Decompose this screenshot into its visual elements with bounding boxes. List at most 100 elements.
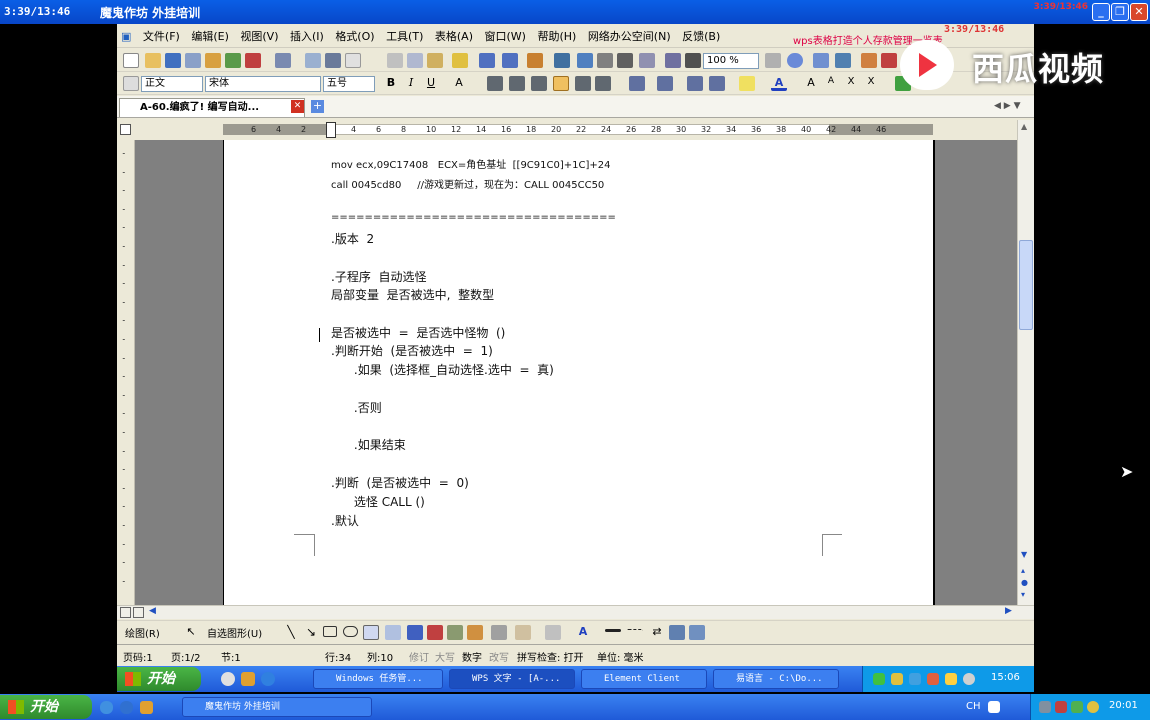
- menu-table[interactable]: 表格(A): [431, 26, 477, 48]
- tab-nav-arrows-icon[interactable]: ◀ ▶ ▼: [994, 101, 1021, 111]
- task-yiyuyan[interactable]: 易语言 - C:\Do...: [713, 669, 839, 689]
- new-tab-icon[interactable]: +: [311, 100, 324, 113]
- redo-icon[interactable]: [502, 53, 518, 68]
- line-icon[interactable]: ╲: [283, 625, 299, 640]
- numbering-icon[interactable]: [629, 76, 645, 91]
- format-painter-icon[interactable]: [452, 53, 468, 68]
- vertical-scrollbar[interactable]: ▲ ▼ ▴ ● ▾: [1017, 120, 1034, 605]
- spellcheck-icon[interactable]: [325, 53, 341, 68]
- line-color-icon[interactable]: [545, 625, 561, 640]
- draw-menu[interactable]: 绘图(R): [125, 625, 160, 640]
- menu-format[interactable]: 格式(O): [331, 26, 378, 48]
- minimize-button[interactable]: _: [1092, 3, 1110, 21]
- diagram-icon[interactable]: [427, 625, 443, 640]
- horizontal-ruler[interactable]: 6422468101214161820222426283032343638404…: [117, 120, 1022, 140]
- tray-app-icon[interactable]: [891, 673, 903, 685]
- picture2-icon[interactable]: [491, 625, 507, 640]
- status-rec[interactable]: 修订: [409, 649, 429, 664]
- preview-icon[interactable]: [305, 53, 321, 68]
- menu-network[interactable]: 网络办公空间(N): [584, 26, 675, 48]
- subscript-icon[interactable]: X: [863, 76, 879, 91]
- document-line[interactable]: ==================================: [331, 212, 616, 223]
- fill-color-icon[interactable]: [515, 625, 531, 640]
- autoshape-menu[interactable]: 自选图形(U): [207, 625, 262, 640]
- menu-view[interactable]: 视图(V): [236, 26, 282, 48]
- open-icon[interactable]: [145, 53, 161, 68]
- decrease-indent-icon[interactable]: [687, 76, 703, 91]
- outer-start-button[interactable]: 开始: [0, 695, 92, 719]
- outer-tray-im-icon[interactable]: [1087, 701, 1099, 713]
- quicklaunch-qq-icon[interactable]: [241, 672, 255, 686]
- paste-icon[interactable]: [427, 53, 443, 68]
- restore-button[interactable]: ❐: [1111, 3, 1129, 21]
- outer-lang[interactable]: CH: [966, 701, 981, 712]
- superscript-icon[interactable]: X: [843, 76, 859, 91]
- zoom-select[interactable]: 100 %: [703, 53, 759, 69]
- undo-icon[interactable]: [479, 53, 495, 68]
- task-wps[interactable]: WPS 文字 - [A-...: [449, 669, 575, 689]
- status-unit[interactable]: 单位: 毫米: [597, 649, 644, 664]
- distribute-icon[interactable]: [575, 76, 591, 91]
- chart-icon[interactable]: [577, 53, 593, 68]
- columns-icon[interactable]: [597, 53, 613, 68]
- export-icon[interactable]: [225, 53, 241, 68]
- outer-quicklaunch-browser-icon[interactable]: [120, 701, 133, 714]
- mail-icon[interactable]: [205, 53, 221, 68]
- document-line[interactable]: 是否被选中 = 是否选中怪物 (): [331, 324, 505, 341]
- tray-clock-icon[interactable]: [963, 673, 975, 685]
- task-element-client[interactable]: Element Client: [581, 669, 707, 689]
- status-spell[interactable]: 拼写检查: 打开: [517, 649, 584, 664]
- underline-icon[interactable]: U: [423, 76, 439, 91]
- justify-icon[interactable]: [553, 76, 569, 91]
- help-icon[interactable]: [787, 53, 803, 68]
- document-line[interactable]: call 0045cd80 //游戏更新过，现在为：CALL 0045CC50: [331, 176, 604, 191]
- italic-icon[interactable]: I: [403, 76, 419, 91]
- textbox-icon[interactable]: [363, 625, 379, 640]
- quicklaunch-ie-icon[interactable]: [221, 672, 235, 686]
- formula-icon[interactable]: [554, 53, 570, 68]
- picture-icon[interactable]: [467, 625, 483, 640]
- menu-help[interactable]: 帮助(H): [533, 26, 580, 48]
- outer-quicklaunch-ie-icon[interactable]: [100, 701, 113, 714]
- tray-network-icon[interactable]: [873, 673, 885, 685]
- new-icon[interactable]: [123, 53, 139, 68]
- dash-style-icon[interactable]: [627, 629, 643, 632]
- document-line[interactable]: .如果结束: [331, 436, 406, 453]
- task-windows-task-manager[interactable]: Windows 任务管...: [313, 669, 443, 689]
- char-border-icon[interactable]: A: [451, 76, 467, 91]
- document-line[interactable]: mov ecx,09C17408 ECX=角色基址 [[9C91C0]+1C]+…: [331, 156, 611, 171]
- indent-marker[interactable]: [326, 122, 336, 138]
- show-marks-icon[interactable]: [685, 53, 701, 68]
- arrow-icon[interactable]: ↘: [303, 625, 319, 640]
- layout-icon[interactable]: [835, 53, 851, 68]
- menu-insert[interactable]: 插入(I): [286, 26, 328, 48]
- menu-edit[interactable]: 编辑(E): [187, 26, 233, 48]
- backup-icon[interactable]: [881, 53, 897, 68]
- save-icon[interactable]: [165, 53, 181, 68]
- grid-icon[interactable]: [617, 53, 633, 68]
- grow-font-icon[interactable]: A: [803, 76, 819, 91]
- tray-volume-icon[interactable]: [909, 673, 921, 685]
- align-left-icon[interactable]: [487, 76, 503, 91]
- 3d-icon[interactable]: [689, 625, 705, 640]
- folder-icon[interactable]: [861, 53, 877, 68]
- highlight-icon[interactable]: [739, 76, 755, 91]
- menu-feedback[interactable]: 反馈(B): [678, 26, 724, 48]
- align-right-icon[interactable]: [531, 76, 547, 91]
- menu-tools[interactable]: 工具(T): [382, 26, 427, 48]
- document-line[interactable]: .否则: [331, 399, 382, 416]
- inner-clock[interactable]: 15:06: [991, 672, 1020, 683]
- font-select[interactable]: 宋体: [205, 76, 321, 92]
- document-line[interactable]: .子程序 自动选怪: [331, 268, 426, 285]
- outer-tray-net-icon[interactable]: [1039, 701, 1051, 713]
- outer-task-mogui[interactable]: 魔鬼作坊 外挂培训: [182, 697, 372, 717]
- bold-icon[interactable]: B: [383, 76, 399, 91]
- shadow-icon[interactable]: [669, 625, 685, 640]
- wordart-icon[interactable]: [407, 625, 423, 640]
- styles-icon[interactable]: [123, 76, 139, 91]
- printer-icon[interactable]: [275, 53, 291, 68]
- size-select[interactable]: 五号: [323, 76, 375, 92]
- cut-icon[interactable]: [387, 53, 403, 68]
- rectangle-icon[interactable]: [323, 626, 337, 637]
- traditional-icon[interactable]: [345, 53, 361, 68]
